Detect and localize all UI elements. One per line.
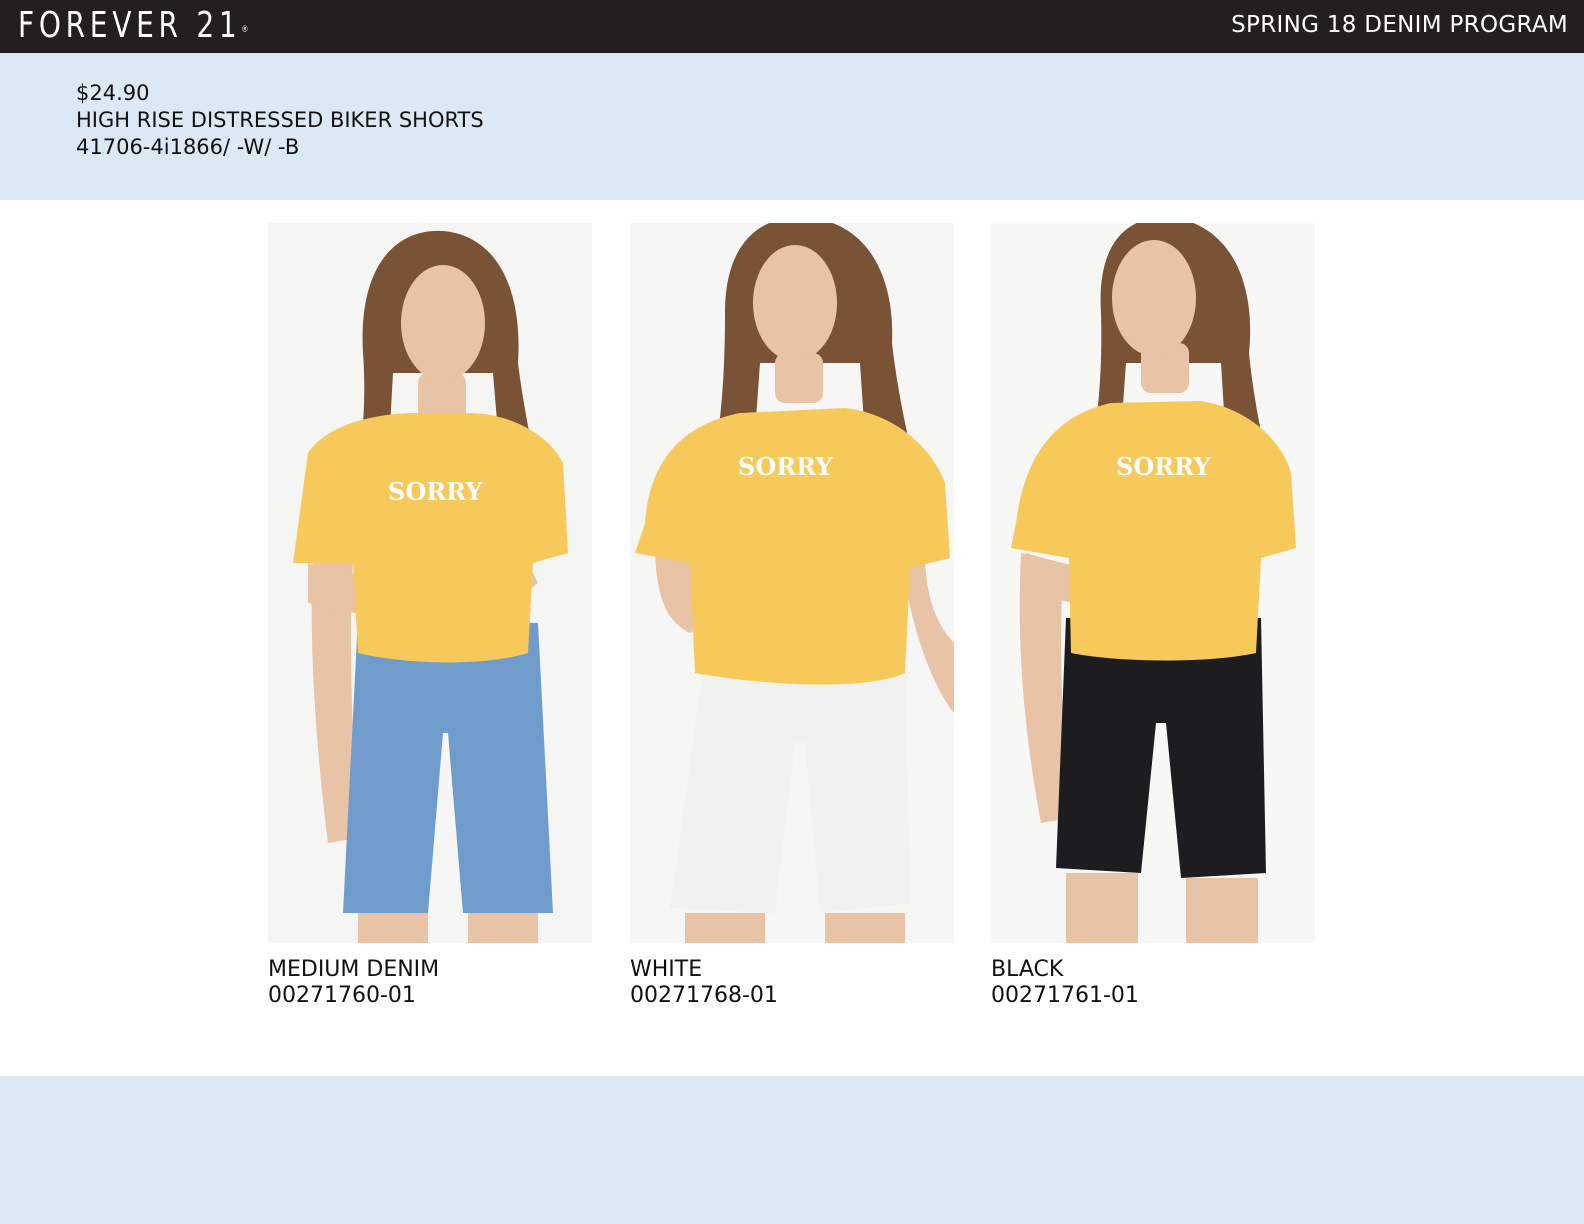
product-photo-medium-denim: SORRY <box>268 223 592 943</box>
product-info-band: $24.90 HIGH RISE DISTRESSED BIKER SHORTS… <box>0 53 1584 200</box>
product-price: $24.90 <box>76 81 150 105</box>
tshirt-graphic-text: SORRY <box>388 477 483 506</box>
product-photo-white: SORRY <box>630 223 954 943</box>
skin-shape <box>1066 873 1138 943</box>
tshirt-graphic-text: SORRY <box>1116 452 1211 481</box>
skin-shape <box>753 245 837 361</box>
skin-shape <box>358 913 428 943</box>
colorway-sku: 00271768-01 <box>630 983 778 1008</box>
skin-shape <box>825 913 905 943</box>
product-name: HIGH RISE DISTRESSED BIKER SHORTS <box>76 108 484 132</box>
colorway-sku: 00271760-01 <box>268 983 416 1008</box>
brand-logo: FOREVER 21® <box>18 6 248 46</box>
tshirt-graphic-text: SORRY <box>738 452 833 481</box>
colorway-name: BLACK <box>991 957 1064 982</box>
colorway-sku: 00271761-01 <box>991 983 1139 1008</box>
registered-mark: ® <box>241 25 249 35</box>
colorway-card-white: SORRY WHITE 00271768-01 <box>630 223 954 1009</box>
colorway-card-medium-denim: SORRY MEDIUM DENIM 00271760-01 <box>268 223 592 1009</box>
skin-shape <box>468 913 538 943</box>
skin-shape <box>1112 240 1196 356</box>
skin-shape <box>401 265 485 381</box>
brand-name: FOREVER 21 <box>18 5 242 46</box>
skin-shape <box>1186 878 1258 943</box>
program-title: SPRING 18 DENIM PROGRAM <box>1231 12 1568 38</box>
colorway-name: WHITE <box>630 957 703 982</box>
skin-shape <box>685 913 765 943</box>
product-photo-black: SORRY <box>991 223 1315 943</box>
header-bar: FOREVER 21® SPRING 18 DENIM PROGRAM <box>0 0 1584 53</box>
style-number: 41706-4i1866/ -W/ -B <box>76 135 300 159</box>
colorway-name: MEDIUM DENIM <box>268 957 440 982</box>
colorway-card-black: SORRY BLACK 00271761-01 <box>991 223 1315 1009</box>
footer-band <box>0 1076 1584 1224</box>
